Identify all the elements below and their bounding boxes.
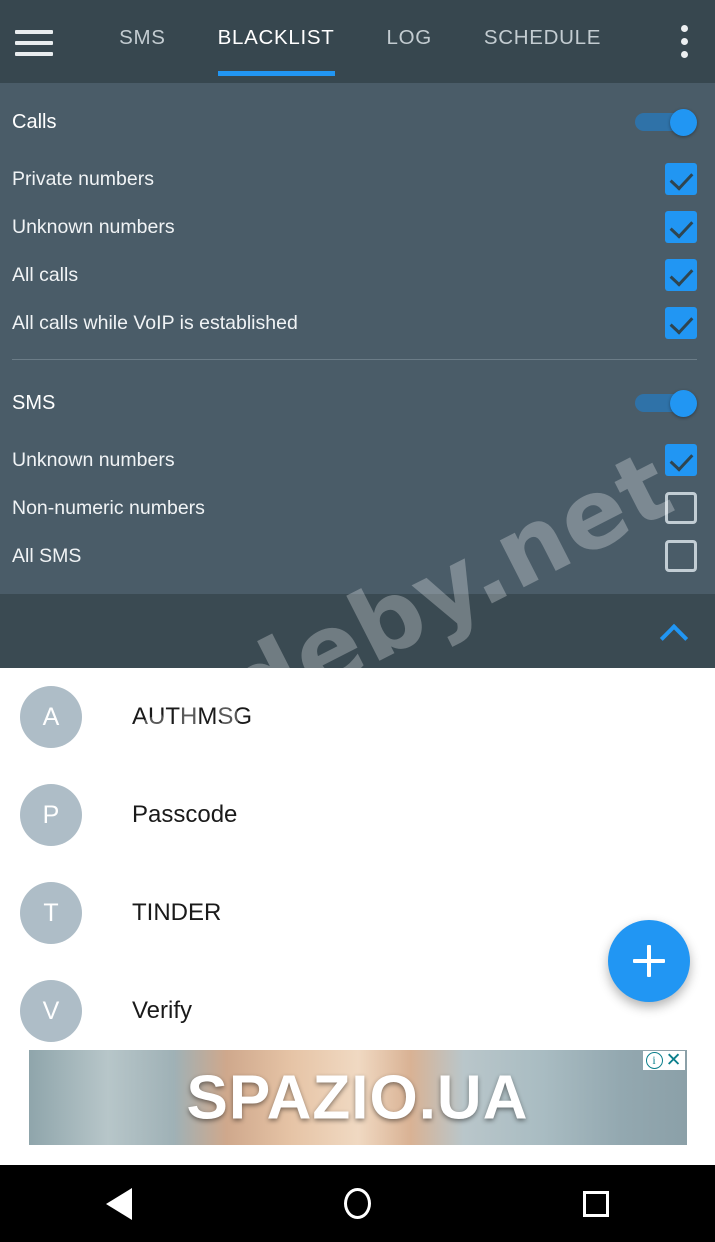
more-vert-icon[interactable] <box>653 0 715 83</box>
plus-icon <box>633 945 665 977</box>
checkbox-checked-icon[interactable] <box>665 211 697 243</box>
sms-option-unknown-numbers[interactable]: Unknown numbers <box>0 436 715 484</box>
sms-toggle-switch[interactable] <box>635 390 697 417</box>
hamburger-bar <box>14 51 53 56</box>
avatar: A <box>20 686 82 748</box>
tab-schedule[interactable]: SCHEDULE <box>484 26 601 76</box>
checkbox-checked-icon[interactable] <box>665 259 697 291</box>
list-item-label: Passcode <box>132 801 238 828</box>
checkbox-checked-icon[interactable] <box>665 163 697 195</box>
overflow-dot <box>680 38 688 45</box>
sms-title: SMS <box>12 391 56 414</box>
android-navigation-bar <box>0 1165 715 1242</box>
checkbox-unchecked-icon[interactable] <box>665 492 697 524</box>
blacklist-list: A AUTHMSG P Passcode T TINDER V Verify <box>0 668 715 1060</box>
section-divider <box>12 359 697 360</box>
hamburger-bar <box>14 40 53 45</box>
option-label: Unknown numbers <box>12 448 175 471</box>
tab-active-indicator <box>217 71 335 76</box>
tab-blacklist[interactable]: BLACKLIST <box>217 26 335 76</box>
top-app-bar: SMS BLACKLIST LOG SCHEDULE <box>0 0 715 83</box>
info-icon[interactable]: i <box>645 1052 663 1069</box>
list-item-label: TINDER <box>132 899 222 926</box>
list-item[interactable]: V Verify <box>0 962 715 1060</box>
square-recents-icon <box>582 1190 609 1217</box>
ad-banner-container[interactable]: SPAZIO.UA i ✕ <box>0 1050 715 1165</box>
nav-back-button[interactable] <box>0 1187 238 1220</box>
checkbox-checked-icon[interactable] <box>665 444 697 476</box>
switch-thumb <box>670 390 697 417</box>
ad-controls: i ✕ <box>642 1051 685 1070</box>
overflow-dot <box>680 51 688 58</box>
sms-section-header[interactable]: SMS <box>0 370 715 436</box>
hamburger-menu-icon[interactable] <box>0 0 67 83</box>
app-screen: SMS BLACKLIST LOG SCHEDULE Calls Private… <box>0 0 715 1242</box>
tab-label: SCHEDULE <box>483 26 602 49</box>
add-entry-fab[interactable] <box>608 920 690 1002</box>
nav-recents-button[interactable] <box>477 1190 715 1217</box>
tab-label: LOG <box>386 26 432 49</box>
ad-banner[interactable]: SPAZIO.UA i ✕ <box>28 1050 687 1145</box>
option-label: All calls <box>12 263 79 286</box>
close-icon[interactable]: ✕ <box>666 1051 682 1070</box>
sms-option-non-numeric-numbers[interactable]: Non-numeric numbers <box>0 484 715 532</box>
avatar: T <box>20 882 82 944</box>
checkbox-unchecked-icon[interactable] <box>665 540 697 572</box>
sms-option-all-sms[interactable]: All SMS <box>0 532 715 580</box>
calls-option-unknown-numbers[interactable]: Unknown numbers <box>0 203 715 251</box>
checkbox-checked-icon[interactable] <box>665 307 697 339</box>
calls-title: Calls <box>12 110 57 133</box>
overflow-dot <box>680 25 688 32</box>
hamburger-bar <box>14 29 53 34</box>
list-item[interactable]: T TINDER <box>0 864 715 962</box>
tab-bar: SMS BLACKLIST LOG SCHEDULE <box>67 0 653 83</box>
tab-label: SMS <box>119 26 166 49</box>
calls-option-all-calls-voip[interactable]: All calls while VoIP is established <box>0 299 715 347</box>
option-label: All calls while VoIP is established <box>12 311 298 334</box>
list-item[interactable]: A AUTHMSG <box>0 668 715 766</box>
switch-thumb <box>670 109 697 136</box>
list-item-label: Verify <box>132 997 193 1024</box>
tab-log[interactable]: LOG <box>387 26 432 76</box>
list-item[interactable]: P Passcode <box>0 766 715 864</box>
option-label: Private numbers <box>12 167 154 190</box>
avatar: V <box>20 980 82 1042</box>
avatar: P <box>20 784 82 846</box>
ad-text: SPAZIO.UA <box>186 1063 529 1132</box>
panel-bottom-spacer <box>0 580 715 594</box>
tab-label: BLACKLIST <box>217 26 335 49</box>
option-label: Unknown numbers <box>12 215 175 238</box>
option-label: All SMS <box>12 544 82 567</box>
chevron-up-icon[interactable] <box>661 622 691 640</box>
option-label: Non-numeric numbers <box>12 496 205 519</box>
nav-home-button[interactable] <box>238 1188 476 1219</box>
tab-sms[interactable]: SMS <box>119 26 166 76</box>
calls-section-header[interactable]: Calls <box>0 89 715 155</box>
calls-option-all-calls[interactable]: All calls <box>0 251 715 299</box>
calls-option-private-numbers[interactable]: Private numbers <box>0 155 715 203</box>
blacklist-settings-panel: Calls Private numbers Unknown numbers Al… <box>0 83 715 594</box>
collapse-settings-bar[interactable] <box>0 594 715 668</box>
circle-home-icon <box>343 1188 371 1219</box>
triangle-back-icon <box>106 1187 133 1220</box>
calls-toggle-switch[interactable] <box>635 109 697 136</box>
list-item-label: AUTHMSG <box>132 703 252 730</box>
